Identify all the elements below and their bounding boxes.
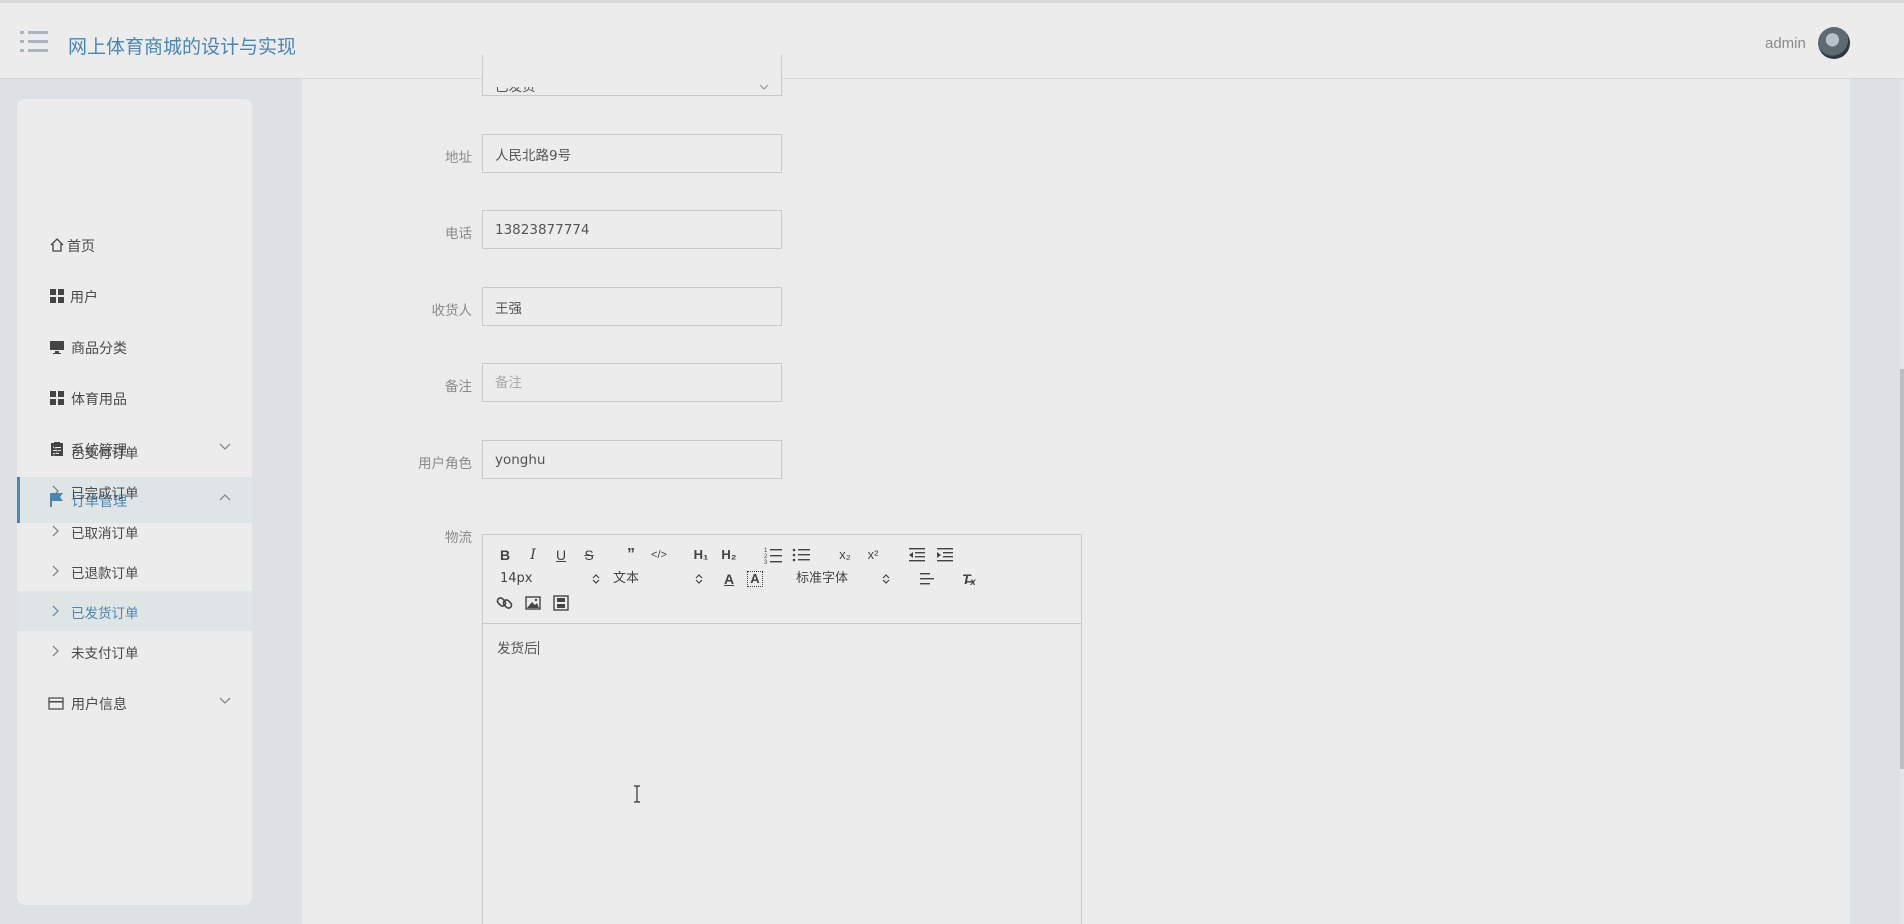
select-caret-icon	[695, 574, 703, 584]
card-icon	[48, 697, 64, 710]
strike-button[interactable]: S	[579, 545, 599, 565]
sidebar-subitem-completed-orders[interactable]: 已完成订单	[17, 471, 252, 511]
role-label: 用户角色	[418, 456, 472, 472]
font-family-select[interactable]: 标准字体	[796, 569, 896, 589]
block-type-value: 文本	[613, 571, 640, 586]
chevron-right-icon	[52, 525, 59, 537]
top-header: 网上体育商城的设计与实现 admin	[0, 0, 1904, 79]
app-title: 网上体育商城的设计与实现	[68, 36, 297, 58]
address-input[interactable]	[482, 134, 782, 173]
chevron-down-icon	[759, 84, 769, 90]
font-color-button[interactable]: A	[719, 569, 739, 589]
user-name[interactable]: admin	[1765, 35, 1806, 52]
remark-input[interactable]	[482, 363, 782, 402]
sidebar-subitem-label: 已支付订单	[71, 446, 139, 462]
editor-toolbar: B I U S ” </> H₁ H₂ 123 x₂ x² 14px 文本 A …	[483, 535, 1081, 624]
block-type-select[interactable]: 文本	[613, 569, 703, 589]
sidebar-subitem-unpaid-orders[interactable]: 未支付订单	[17, 631, 252, 671]
indent-icon[interactable]	[935, 545, 955, 565]
select-caret-icon	[882, 574, 890, 584]
chevron-right-icon	[52, 605, 59, 617]
text-cursor	[537, 641, 539, 655]
menu-icon[interactable]	[20, 31, 48, 55]
subscript-button[interactable]: x₂	[835, 545, 855, 565]
align-icon[interactable]	[917, 569, 937, 589]
grid-icon	[50, 391, 64, 405]
font-size-select[interactable]: 14px	[500, 569, 600, 589]
sidebar-subitem-label: 已退款订单	[71, 566, 139, 582]
bullet-list-icon[interactable]	[791, 545, 811, 565]
link-icon[interactable]	[495, 593, 515, 613]
clear-format-button[interactable]: T̶ₓ	[959, 569, 979, 589]
chevron-right-icon	[52, 645, 59, 657]
role-input[interactable]	[482, 440, 782, 479]
superscript-button[interactable]: x²	[863, 545, 883, 565]
sidebar-item-label: 商品分类	[71, 341, 127, 357]
grid-icon	[50, 289, 64, 303]
editor-content[interactable]: 发货后	[497, 637, 539, 657]
header2-button[interactable]: H₂	[719, 545, 739, 565]
sidebar-subitem-label: 已发货订单	[71, 606, 139, 622]
monitor-icon	[50, 341, 64, 354]
background-color-button[interactable]: A	[747, 571, 763, 587]
blockquote-icon[interactable]: ”	[621, 545, 641, 565]
underline-button[interactable]: U	[551, 545, 571, 565]
status-select-value: 已发货	[495, 79, 536, 95]
sidebar-item-users[interactable]: 用户	[17, 273, 252, 319]
scrollbar-thumb[interactable]	[1900, 369, 1904, 769]
sidebar-item-label: 用户	[70, 290, 98, 306]
receiver-input[interactable]	[482, 287, 782, 326]
font-family-value: 标准字体	[796, 571, 849, 586]
sidebar-subitem-paid-orders[interactable]: 已支付订单	[17, 431, 252, 471]
font-size-value: 14px	[500, 571, 533, 586]
address-label: 地址	[445, 150, 472, 166]
receiver-label: 收货人	[431, 303, 473, 319]
sidebar-subitem-refunded-orders[interactable]: 已退款订单	[17, 551, 252, 591]
phone-input[interactable]	[482, 210, 782, 249]
sidebar-item-categories[interactable]: 商品分类	[17, 324, 252, 370]
avatar[interactable]	[1818, 27, 1850, 59]
editor-text: 发货后	[497, 641, 538, 657]
image-icon[interactable]	[523, 593, 543, 613]
logistics-editor[interactable]: B I U S ” </> H₁ H₂ 123 x₂ x² 14px 文本 A …	[482, 534, 1082, 924]
chevron-down-icon	[219, 697, 231, 704]
status-select[interactable]: 已发货	[482, 55, 782, 96]
video-icon[interactable]	[551, 593, 571, 613]
sidebar-item-label: 首页	[67, 239, 95, 255]
sidebar-item-label: 体育用品	[71, 392, 127, 408]
chevron-right-icon	[52, 485, 59, 497]
logistics-label: 物流	[445, 530, 472, 546]
sidebar-item-home[interactable]: 首页	[17, 222, 252, 268]
phone-label: 电话	[445, 226, 472, 242]
code-block-icon[interactable]: </>	[649, 545, 669, 565]
sidebar-subitem-shipped-orders[interactable]: 已发货订单	[17, 591, 252, 631]
ordered-list-icon[interactable]: 123	[763, 545, 783, 565]
page-scrollbar[interactable]	[1900, 79, 1904, 924]
ibeam-cursor-icon	[634, 785, 640, 803]
sidebar-subitem-label: 已取消订单	[71, 526, 139, 542]
sidebar-subitem-cancelled-orders[interactable]: 已取消订单	[17, 511, 252, 551]
outdent-icon[interactable]	[907, 545, 927, 565]
chevron-right-icon	[52, 565, 59, 577]
sidebar-item-user-info[interactable]: 用户信息	[17, 680, 252, 726]
sidebar-subitem-label: 未支付订单	[71, 646, 139, 662]
select-caret-icon	[592, 574, 600, 584]
svg-text:3: 3	[764, 560, 768, 565]
sidebar-subitem-label: 已完成订单	[71, 486, 139, 502]
bold-button[interactable]: B	[495, 545, 515, 565]
header1-button[interactable]: H₁	[691, 545, 711, 565]
chevron-right-icon	[52, 445, 59, 457]
italic-button[interactable]: I	[523, 545, 543, 565]
sidebar-item-sports-goods[interactable]: 体育用品	[17, 375, 252, 421]
remark-label: 备注	[445, 379, 472, 395]
home-icon	[50, 238, 64, 252]
sidebar-item-label: 用户信息	[71, 697, 127, 713]
